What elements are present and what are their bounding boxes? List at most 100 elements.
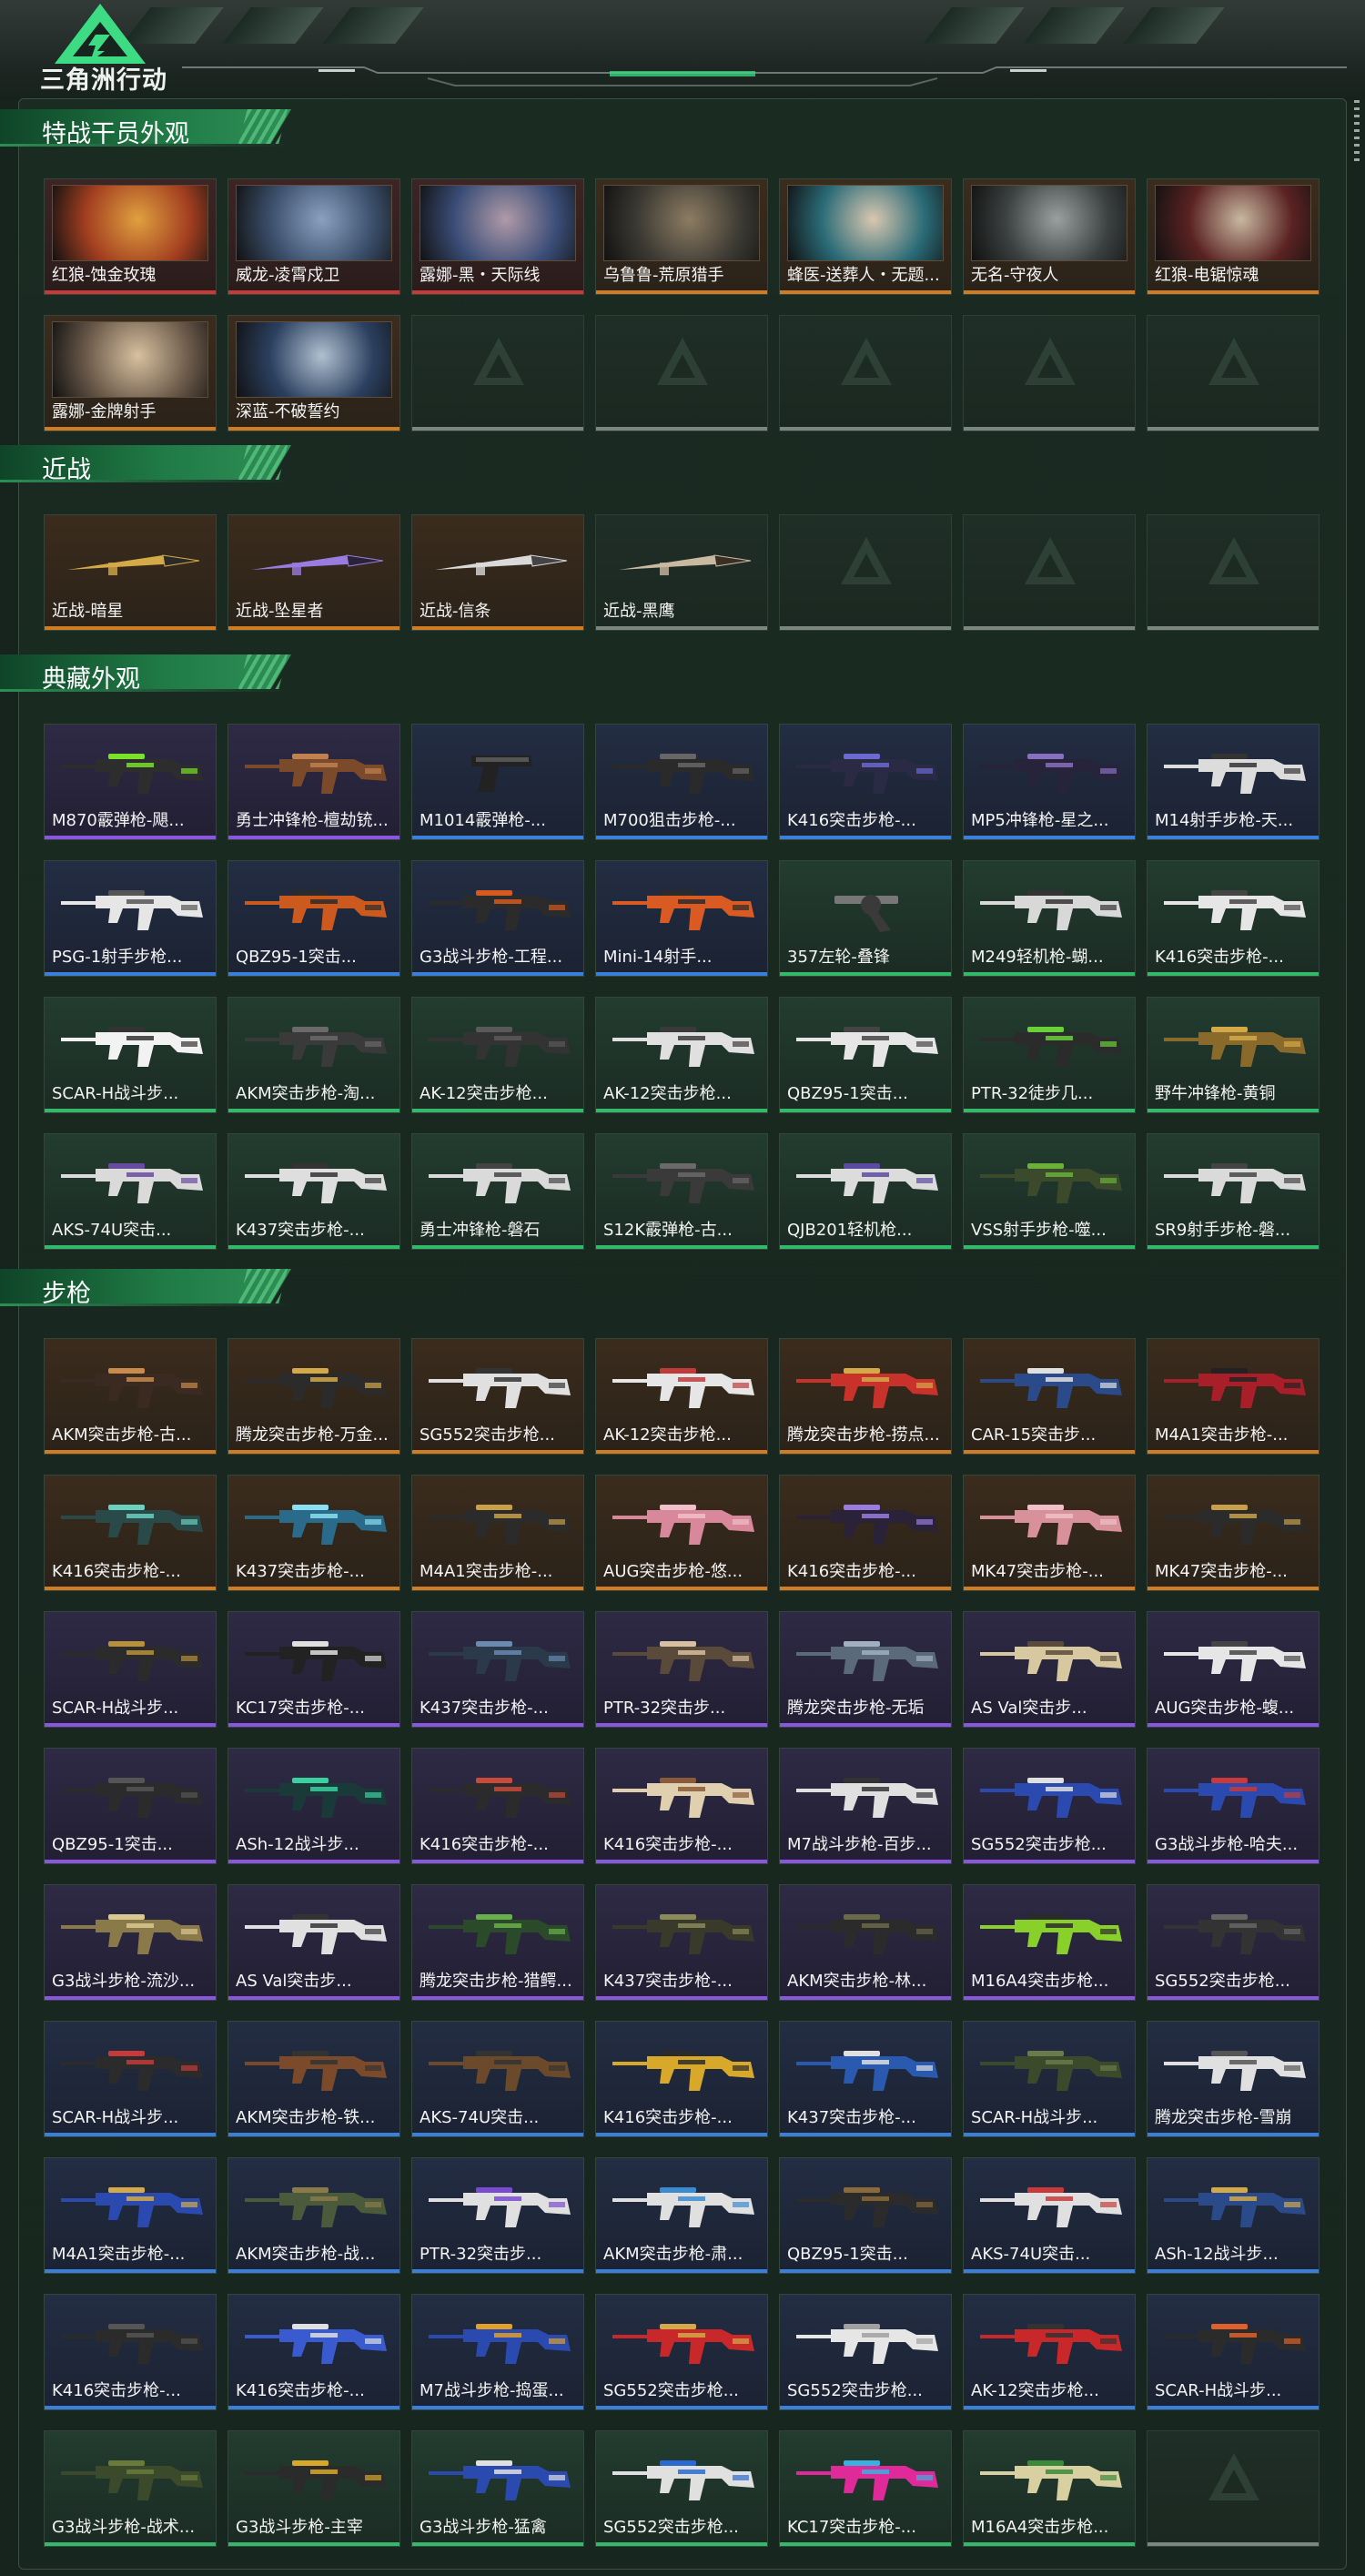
item-card[interactable]: AKM突击步枪-古... bbox=[44, 1338, 217, 1455]
item-card[interactable]: 腾龙突击步枪-捞点... bbox=[779, 1338, 952, 1455]
item-card[interactable]: SG552突击步枪... bbox=[963, 1748, 1136, 1864]
item-card[interactable]: QBZ95-1突击... bbox=[779, 997, 952, 1113]
item-card[interactable]: 露娜-黑・天际线 bbox=[411, 178, 584, 295]
item-card[interactable]: 威龙-凌霄戍卫 bbox=[228, 178, 400, 295]
item-card[interactable]: PSG-1射手步枪... bbox=[44, 860, 217, 977]
item-card[interactable]: K437突击步枪-... bbox=[411, 1611, 584, 1728]
item-card[interactable]: M700狙击步枪-... bbox=[595, 724, 768, 840]
item-card[interactable]: Mini-14射手... bbox=[595, 860, 768, 977]
item-card[interactable]: SCAR-H战斗步... bbox=[1147, 2294, 1320, 2410]
item-card[interactable]: MK47突击步枪-... bbox=[963, 1475, 1136, 1591]
item-card[interactable]: 野牛冲锋枪-黄铜 bbox=[1147, 997, 1320, 1113]
item-card[interactable]: SR9射手步枪-磐... bbox=[1147, 1133, 1320, 1250]
item-card[interactable]: S12K霰弹枪-古... bbox=[595, 1133, 768, 1250]
item-card[interactable]: 近战-信条 bbox=[411, 514, 584, 631]
item-card[interactable]: M16A4突击步枪... bbox=[963, 2430, 1136, 2547]
item-card[interactable]: CAR-15突击步... bbox=[963, 1338, 1136, 1455]
item-card[interactable]: KC17突击步枪-... bbox=[228, 1611, 400, 1728]
item-card[interactable]: AKM突击步枪-淘... bbox=[228, 997, 400, 1113]
item-card[interactable]: AKM突击步枪-铁... bbox=[228, 2021, 400, 2137]
item-card[interactable]: K416突击步枪-... bbox=[44, 1475, 217, 1591]
item-card[interactable]: AS Val突击步... bbox=[228, 1884, 400, 2001]
item-card[interactable]: 腾龙突击步枪-万金... bbox=[228, 1338, 400, 1455]
item-card[interactable]: G3战斗步枪-猛禽 bbox=[411, 2430, 584, 2547]
item-card[interactable]: 红狼-电锯惊魂 bbox=[1147, 178, 1320, 295]
item-card[interactable]: AK-12突击步枪... bbox=[595, 997, 768, 1113]
item-card[interactable]: 红狼-蚀金玫瑰 bbox=[44, 178, 217, 295]
item-card[interactable]: VSS射手步枪-噬... bbox=[963, 1133, 1136, 1250]
item-card[interactable]: 深蓝-不破誓约 bbox=[228, 315, 400, 431]
item-card[interactable]: SG552突击步枪... bbox=[779, 2294, 952, 2410]
item-card[interactable]: AK-12突击步枪... bbox=[963, 2294, 1136, 2410]
item-card[interactable]: PTR-32突击步... bbox=[595, 1611, 768, 1728]
item-card[interactable]: K416突击步枪-... bbox=[228, 2294, 400, 2410]
item-card[interactable]: K416突击步枪-... bbox=[779, 724, 952, 840]
item-card[interactable]: 露娜-金牌射手 bbox=[44, 315, 217, 431]
item-card[interactable]: M249轻机枪-蝴... bbox=[963, 860, 1136, 977]
item-card[interactable]: 无名-守夜人 bbox=[963, 178, 1136, 295]
item-card[interactable]: 357左轮-叠锋 bbox=[779, 860, 952, 977]
item-card[interactable]: M14射手步枪-天... bbox=[1147, 724, 1320, 840]
item-card[interactable]: AKM突击步枪-林... bbox=[779, 1884, 952, 2001]
item-card[interactable]: QBZ95-1突击... bbox=[779, 2157, 952, 2274]
item-card[interactable]: 乌鲁鲁-荒原猎手 bbox=[595, 178, 768, 295]
item-card[interactable]: SG552突击步枪... bbox=[1147, 1884, 1320, 2001]
item-card[interactable]: K416突击步枪-... bbox=[411, 1748, 584, 1864]
item-card[interactable]: K437突击步枪-... bbox=[228, 1475, 400, 1591]
item-card[interactable]: K416突击步枪-... bbox=[595, 1748, 768, 1864]
item-card[interactable]: 腾龙突击步枪-无垢 bbox=[779, 1611, 952, 1728]
item-card[interactable]: AUG突击步枪-蝮... bbox=[1147, 1611, 1320, 1728]
item-card[interactable]: QJB201轻机枪... bbox=[779, 1133, 952, 1250]
item-card[interactable]: AS Val突击步... bbox=[963, 1611, 1136, 1728]
item-card[interactable]: M1014霰弹枪-... bbox=[411, 724, 584, 840]
item-card[interactable]: K437突击步枪-... bbox=[779, 2021, 952, 2137]
item-card[interactable]: PTR-32徒步几... bbox=[963, 997, 1136, 1113]
item-card[interactable]: SG552突击步枪... bbox=[595, 2294, 768, 2410]
item-card[interactable]: AKS-74U突击... bbox=[411, 2021, 584, 2137]
item-card[interactable]: M7战斗步枪-捣蛋... bbox=[411, 2294, 584, 2410]
item-card[interactable]: SG552突击步枪... bbox=[595, 2430, 768, 2547]
item-card[interactable]: 腾龙突击步枪-猎鳄... bbox=[411, 1884, 584, 2001]
item-card[interactable]: K437突击步枪-... bbox=[595, 1884, 768, 2001]
item-card[interactable]: AK-12突击步枪... bbox=[595, 1338, 768, 1455]
item-card[interactable]: K437突击步枪-... bbox=[228, 1133, 400, 1250]
item-card[interactable]: QBZ95-1突击... bbox=[228, 860, 400, 977]
item-card[interactable]: G3战斗步枪-工程... bbox=[411, 860, 584, 977]
item-card[interactable]: G3战斗步枪-哈夫... bbox=[1147, 1748, 1320, 1864]
item-card[interactable]: SCAR-H战斗步... bbox=[44, 1611, 217, 1728]
item-card[interactable]: 近战-坠星者 bbox=[228, 514, 400, 631]
item-card[interactable]: AKM突击步枪-肃... bbox=[595, 2157, 768, 2274]
item-card[interactable]: ASh-12战斗步... bbox=[1147, 2157, 1320, 2274]
item-card[interactable]: M4A1突击步枪-... bbox=[411, 1475, 584, 1591]
item-card[interactable]: K416突击步枪-... bbox=[595, 2021, 768, 2137]
item-card[interactable]: SCAR-H战斗步... bbox=[963, 2021, 1136, 2137]
item-card[interactable]: SCAR-H战斗步... bbox=[44, 2021, 217, 2137]
item-card[interactable]: M4A1突击步枪-... bbox=[1147, 1338, 1320, 1455]
item-card[interactable]: KC17突击步枪-... bbox=[779, 2430, 952, 2547]
item-card[interactable]: M870霰弹枪-飓... bbox=[44, 724, 217, 840]
item-card[interactable]: MK47突击步枪-... bbox=[1147, 1475, 1320, 1591]
item-card[interactable]: ASh-12战斗步... bbox=[228, 1748, 400, 1864]
item-card[interactable]: G3战斗步枪-流沙... bbox=[44, 1884, 217, 2001]
item-card[interactable]: AKM突击步枪-战... bbox=[228, 2157, 400, 2274]
item-card[interactable]: AKS-74U突击... bbox=[44, 1133, 217, 1250]
item-card[interactable]: 勇士冲锋枪-磐石 bbox=[411, 1133, 584, 1250]
item-card[interactable]: AKS-74U突击... bbox=[963, 2157, 1136, 2274]
item-card[interactable]: PTR-32突击步... bbox=[411, 2157, 584, 2274]
item-card[interactable]: SG552突击步枪... bbox=[411, 1338, 584, 1455]
item-card[interactable]: G3战斗步枪-战术... bbox=[44, 2430, 217, 2547]
item-card[interactable]: AK-12突击步枪... bbox=[411, 997, 584, 1113]
item-card[interactable]: SCAR-H战斗步... bbox=[44, 997, 217, 1113]
item-card[interactable]: MP5冲锋枪-星之... bbox=[963, 724, 1136, 840]
item-card[interactable]: M16A4突击步枪... bbox=[963, 1884, 1136, 2001]
item-card[interactable]: M7战斗步枪-百步... bbox=[779, 1748, 952, 1864]
item-card[interactable]: M4A1突击步枪-... bbox=[44, 2157, 217, 2274]
item-card[interactable]: 蜂医-送葬人・无题... bbox=[779, 178, 952, 295]
item-card[interactable]: 勇士冲锋枪-檀劫铳... bbox=[228, 724, 400, 840]
item-card[interactable]: K416突击步枪-... bbox=[44, 2294, 217, 2410]
item-card[interactable]: 近战-暗星 bbox=[44, 514, 217, 631]
item-card[interactable]: AUG突击步枪-悠... bbox=[595, 1475, 768, 1591]
item-card[interactable]: K416突击步枪-... bbox=[1147, 860, 1320, 977]
item-card[interactable]: G3战斗步枪-主宰 bbox=[228, 2430, 400, 2547]
item-card[interactable]: 近战-黑鹰 bbox=[595, 514, 768, 631]
